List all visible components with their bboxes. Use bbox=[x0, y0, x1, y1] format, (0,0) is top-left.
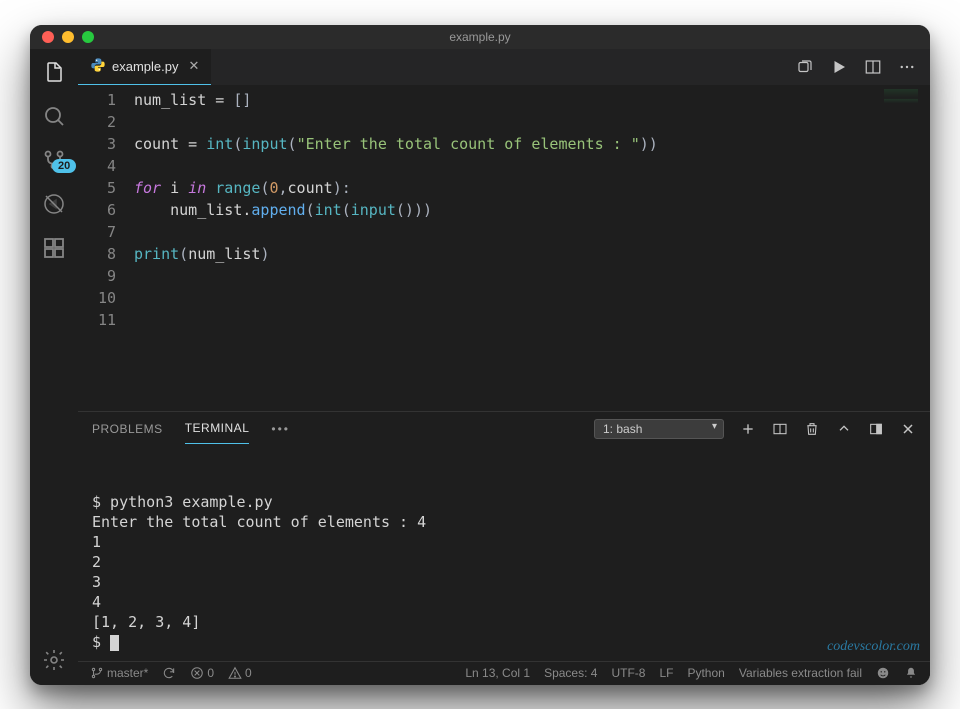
close-tab-icon[interactable]: ✕ bbox=[188, 58, 199, 74]
explorer-icon[interactable] bbox=[41, 59, 67, 85]
window: example.py 20 bbox=[30, 25, 930, 685]
kill-terminal-icon[interactable] bbox=[804, 421, 820, 437]
panel-layout-icon[interactable] bbox=[868, 421, 884, 437]
panel-tab-problems[interactable]: PROBLEMS bbox=[92, 414, 163, 444]
compare-changes-icon[interactable] bbox=[796, 58, 814, 76]
git-branch[interactable]: master* bbox=[90, 666, 148, 680]
new-terminal-icon[interactable] bbox=[740, 421, 756, 437]
status-message[interactable]: Variables extraction fail bbox=[739, 666, 862, 680]
split-terminal-icon[interactable] bbox=[772, 421, 788, 437]
search-icon[interactable] bbox=[41, 103, 67, 129]
split-editor-icon[interactable] bbox=[864, 58, 882, 76]
code-editor[interactable]: 1234567891011 num_list = []count = int(i… bbox=[78, 85, 930, 411]
maximize-panel-icon[interactable] bbox=[836, 421, 852, 437]
editor-tabs: example.py ✕ bbox=[78, 49, 930, 85]
line-gutter: 1234567891011 bbox=[78, 85, 128, 411]
status-bar: master* 0 0 Ln 13, Col 1 Spaces: 4 UTF-8… bbox=[78, 661, 930, 685]
run-icon[interactable] bbox=[830, 58, 848, 76]
watermark: codevscolor.com bbox=[827, 637, 920, 657]
indent-setting[interactable]: Spaces: 4 bbox=[544, 666, 597, 680]
sync-icon[interactable] bbox=[162, 666, 176, 680]
language-mode[interactable]: Python bbox=[687, 666, 724, 680]
bell-icon[interactable] bbox=[904, 666, 918, 680]
encoding[interactable]: UTF-8 bbox=[611, 666, 645, 680]
warnings-count[interactable]: 0 bbox=[228, 666, 252, 680]
more-actions-icon[interactable] bbox=[898, 58, 916, 76]
tab-example-py[interactable]: example.py ✕ bbox=[78, 49, 211, 85]
bottom-panel: PROBLEMS TERMINAL ••• 1: bash $ python3 … bbox=[78, 411, 930, 661]
eol[interactable]: LF bbox=[659, 666, 673, 680]
errors-count[interactable]: 0 bbox=[190, 666, 214, 680]
debug-icon[interactable] bbox=[41, 191, 67, 217]
activity-bar: 20 bbox=[30, 49, 78, 685]
titlebar[interactable]: example.py bbox=[30, 25, 930, 49]
code-area[interactable]: num_list = []count = int(input("Enter th… bbox=[128, 85, 880, 411]
terminal[interactable]: $ python3 example.pyEnter the total coun… bbox=[78, 446, 930, 661]
feedback-icon[interactable] bbox=[876, 666, 890, 680]
panel-tab-more-icon[interactable]: ••• bbox=[271, 422, 290, 436]
extensions-icon[interactable] bbox=[41, 235, 67, 261]
settings-gear-icon[interactable] bbox=[41, 647, 67, 673]
python-file-icon bbox=[90, 57, 106, 76]
source-control-badge: 20 bbox=[52, 159, 76, 173]
window-title: example.py bbox=[30, 30, 930, 44]
terminal-select[interactable]: 1: bash bbox=[594, 419, 724, 439]
close-panel-icon[interactable] bbox=[900, 421, 916, 437]
panel-tab-terminal[interactable]: TERMINAL bbox=[185, 413, 250, 444]
tab-filename: example.py bbox=[112, 59, 178, 74]
cursor-position[interactable]: Ln 13, Col 1 bbox=[465, 666, 530, 680]
minimap[interactable] bbox=[880, 85, 930, 411]
